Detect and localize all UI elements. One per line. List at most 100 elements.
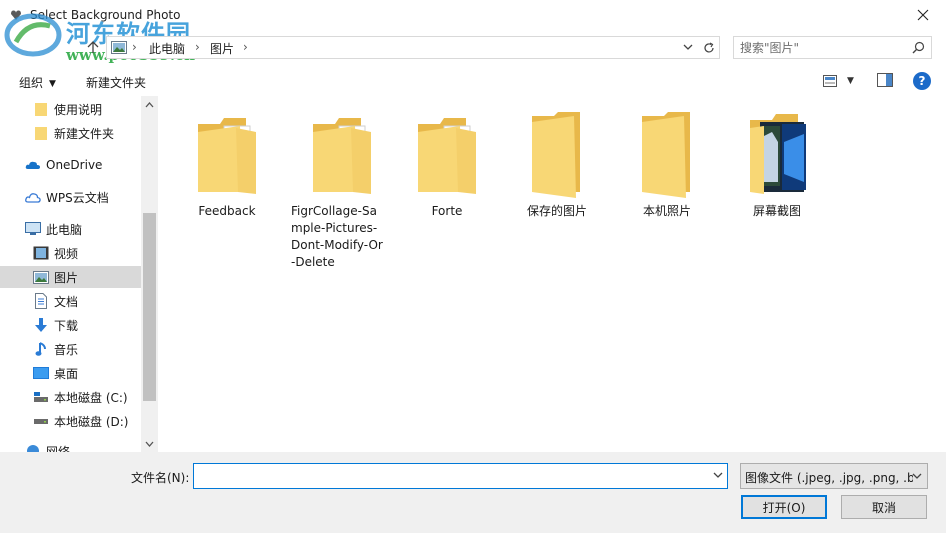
- folder-with-docs-icon: [309, 112, 375, 198]
- nav-item-music[interactable]: 音乐: [0, 338, 141, 360]
- nav-item-downloads[interactable]: 下载: [0, 314, 141, 336]
- cloud-icon: [25, 157, 41, 173]
- title-bar: Select Background Photo: [0, 0, 946, 32]
- cancel-button[interactable]: 取消: [841, 495, 927, 519]
- file-item-camera-roll[interactable]: 本机照片: [612, 112, 722, 220]
- filename-label: 文件名(N):: [131, 471, 190, 485]
- chevron-up-icon: [145, 101, 154, 107]
- caret-down-icon: ▼: [847, 76, 854, 86]
- change-view-button[interactable]: ▼: [823, 73, 857, 89]
- pictures-icon: [111, 41, 127, 54]
- download-icon: [33, 317, 49, 333]
- scroll-down-button[interactable]: [141, 435, 158, 452]
- chevron-down-icon[interactable]: [683, 42, 693, 52]
- nav-item-new-folder[interactable]: 新建文件夹: [0, 122, 141, 144]
- nav-label: 此电脑: [46, 222, 83, 237]
- window-title: Select Background Photo: [30, 8, 181, 22]
- file-item-forte[interactable]: Forte: [392, 112, 502, 220]
- navigation-pane: 使用说明 新建文件夹 OneDrive WPS云文档 此电脑 视频 图片 文档 …: [0, 96, 158, 452]
- nav-label: WPS云文档: [46, 190, 109, 205]
- breadcrumb-pictures[interactable]: 图片: [210, 40, 234, 57]
- folder-icon: [33, 101, 49, 117]
- help-button[interactable]: ?: [913, 72, 931, 90]
- nav-label: 视频: [54, 246, 79, 261]
- address-bar[interactable]: › 此电脑 › 图片 ›: [106, 36, 700, 59]
- view-icon: [823, 75, 837, 87]
- app-icon: [11, 10, 21, 20]
- file-name: Forte: [431, 204, 463, 218]
- nav-item-documents[interactable]: 文档: [0, 290, 141, 312]
- folder-with-docs-icon: [194, 112, 260, 198]
- nav-item-drive-c[interactable]: 本地磁盘 (C:): [0, 386, 141, 408]
- chevron-down-icon[interactable]: [713, 471, 723, 479]
- nav-item-this-pc[interactable]: 此电脑: [0, 218, 141, 240]
- pictures-icon: [33, 269, 49, 285]
- arrow-up-icon: [87, 41, 99, 53]
- nav-label: 文档: [54, 294, 79, 309]
- new-folder-button[interactable]: 新建文件夹: [86, 74, 146, 91]
- nav-label: 新建文件夹: [54, 126, 115, 141]
- nav-item-pictures[interactable]: 图片: [0, 266, 141, 288]
- filename-input[interactable]: [198, 467, 703, 485]
- filename-combobox[interactable]: [193, 463, 728, 489]
- command-bar: 组织 ▼ 新建文件夹 ▼ ?: [0, 66, 946, 96]
- refresh-button[interactable]: [698, 36, 720, 59]
- close-icon: [917, 9, 929, 21]
- computer-icon: [25, 221, 41, 237]
- nav-scrollbar[interactable]: [141, 96, 158, 452]
- nav-label: 图片: [54, 270, 79, 285]
- nav-label: 网络: [46, 444, 71, 453]
- scroll-thumb[interactable]: [143, 213, 156, 401]
- search-input[interactable]: [740, 39, 905, 56]
- folder-icon: [33, 125, 49, 141]
- address-row: › 此电脑 › 图片 ›: [0, 34, 946, 62]
- nav-item-onedrive[interactable]: OneDrive: [0, 154, 141, 176]
- nav-item-videos[interactable]: 视频: [0, 242, 141, 264]
- nav-label: 桌面: [54, 366, 79, 381]
- search-icon[interactable]: [912, 41, 925, 54]
- nav-label: OneDrive: [46, 158, 103, 172]
- video-icon: [33, 245, 49, 261]
- breadcrumb-separator: ›: [243, 40, 248, 54]
- chevron-down-icon: [145, 441, 154, 447]
- document-icon: [33, 293, 49, 309]
- nav-label: 音乐: [54, 342, 79, 357]
- open-button[interactable]: 打开(O): [741, 495, 827, 519]
- file-item-figrcollage[interactable]: FigrCollage-Sample-Pictures-Dont-Modify-…: [282, 112, 402, 271]
- file-name: 本机照片: [642, 204, 691, 218]
- dialog-footer: 文件名(N): 图像文件 (.jpeg, .jpg, .png, .b 打开(O…: [0, 452, 946, 533]
- breadcrumb-separator: ›: [132, 40, 137, 54]
- file-item-saved-pictures[interactable]: 保存的图片: [502, 112, 612, 220]
- nav-item-network[interactable]: 网络: [0, 440, 141, 452]
- folder-icon: [634, 112, 700, 198]
- wps-cloud-icon: [25, 189, 41, 205]
- file-item-feedback[interactable]: Feedback: [172, 112, 282, 220]
- folder-with-photos-icon: [744, 112, 810, 198]
- file-name: Feedback: [198, 204, 256, 218]
- nav-label: 下载: [54, 318, 79, 333]
- nav-item-drive-d[interactable]: 本地磁盘 (D:): [0, 410, 141, 432]
- nav-item-usage-notes[interactable]: 使用说明: [0, 98, 141, 120]
- music-icon: [33, 341, 49, 357]
- scroll-up-button[interactable]: [141, 96, 158, 113]
- desktop-icon: [33, 365, 49, 381]
- organize-label: 组织: [19, 76, 44, 90]
- nav-label: 使用说明: [54, 102, 103, 117]
- filetype-value: 图像文件 (.jpeg, .jpg, .png, .b: [745, 471, 913, 485]
- preview-pane-icon[interactable]: [877, 73, 893, 87]
- filetype-select[interactable]: 图像文件 (.jpeg, .jpg, .png, .b: [740, 463, 928, 489]
- nav-item-desktop[interactable]: 桌面: [0, 362, 141, 384]
- breadcrumb-this-pc[interactable]: 此电脑: [149, 40, 185, 57]
- drive-icon: [33, 413, 49, 429]
- close-button[interactable]: [900, 0, 946, 30]
- search-box[interactable]: [733, 36, 932, 59]
- file-name: 保存的图片: [526, 204, 587, 218]
- file-name: 屏幕截图: [752, 204, 801, 218]
- file-list: Feedback FigrCollage-Sample-Pictures-Don…: [158, 96, 946, 452]
- breadcrumb-separator: ›: [195, 40, 200, 54]
- file-item-screenshots[interactable]: 屏幕截图: [722, 112, 832, 220]
- organize-button[interactable]: 组织 ▼: [19, 74, 56, 91]
- nav-item-wps-cloud[interactable]: WPS云文档: [0, 186, 141, 208]
- chevron-down-icon: [912, 473, 922, 479]
- up-button[interactable]: [82, 36, 104, 58]
